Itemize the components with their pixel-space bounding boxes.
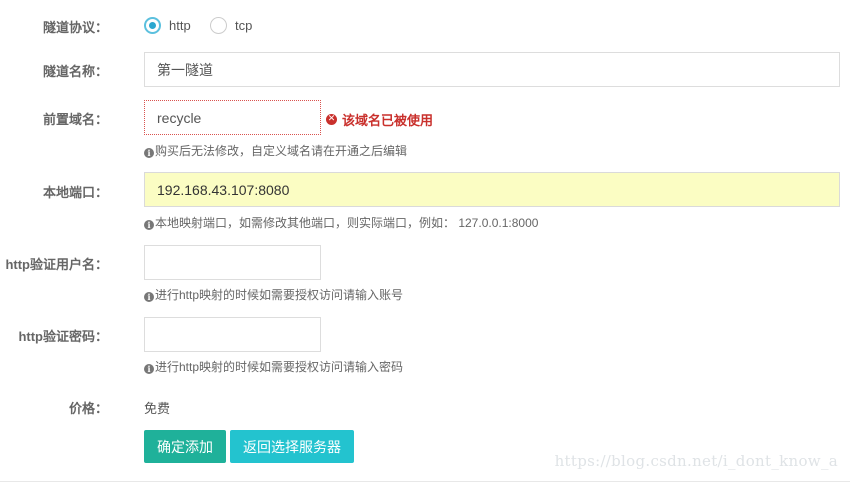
price-value: 免费: [144, 401, 171, 416]
domain-prefix-label: 前置域名：: [42, 112, 108, 127]
http-password-help-text: i 进行http映射的时候如需要授权访问请输入密码: [144, 358, 403, 375]
watermark: https://blog.csdn.net/i_dont_know_a: [554, 452, 838, 470]
back-to-server-button[interactable]: 返回选择服务器: [230, 430, 354, 463]
radio-checked-icon[interactable]: [144, 17, 161, 34]
domain-error-message: ✕ 该域名已被使用: [326, 110, 433, 129]
info-circle-icon: i: [144, 220, 154, 230]
local-port-input[interactable]: [144, 172, 840, 207]
http-user-input[interactable]: [144, 245, 321, 280]
http-user-help-text: i 进行http映射的时候如需要授权访问请输入账号: [144, 286, 403, 303]
domain-help-label: 购买后无法修改，自定义域名请在开通之后编辑: [155, 144, 408, 158]
protocol-radio-http[interactable]: http: [144, 17, 191, 34]
http-password-help-label: 进行http映射的时候如需要授权访问请输入密码: [155, 360, 404, 374]
confirm-add-button[interactable]: 确定添加: [144, 430, 226, 463]
protocol-tcp-label: tcp: [235, 18, 253, 33]
tunnel-name-input[interactable]: [144, 52, 840, 87]
info-circle-icon: i: [144, 364, 154, 374]
protocol-radio-tcp[interactable]: tcp: [210, 17, 252, 34]
info-circle-icon: i: [144, 292, 154, 302]
protocol-label: 隧道协议：: [42, 20, 108, 35]
times-circle-icon: ✕: [326, 114, 337, 125]
domain-prefix-input[interactable]: [144, 100, 321, 135]
http-password-input[interactable]: [144, 317, 321, 352]
domain-help-text: i 购买后无法修改，自定义域名请在开通之后编辑: [144, 142, 407, 159]
domain-error-text: 该域名已被使用: [342, 113, 434, 128]
price-label: 价格：: [68, 401, 108, 416]
tunnel-name-label: 隧道名称：: [42, 64, 108, 79]
radio-unchecked-icon[interactable]: [210, 17, 227, 34]
protocol-http-label: http: [169, 18, 191, 33]
http-user-label: http验证用户名：: [5, 257, 108, 272]
http-password-label: http验证密码：: [18, 329, 108, 344]
local-port-label: 本地端口：: [42, 185, 108, 200]
local-port-help-label: 本地映射端口，如需修改其他端口，则实际端口，例如： 127.0.0.1:8000: [155, 216, 539, 230]
http-user-help-label: 进行http映射的时候如需要授权访问请输入账号: [155, 288, 404, 302]
local-port-help-text: i 本地映射端口，如需修改其他端口，则实际端口，例如： 127.0.0.1:800…: [144, 214, 538, 231]
info-circle-icon: i: [144, 148, 154, 158]
